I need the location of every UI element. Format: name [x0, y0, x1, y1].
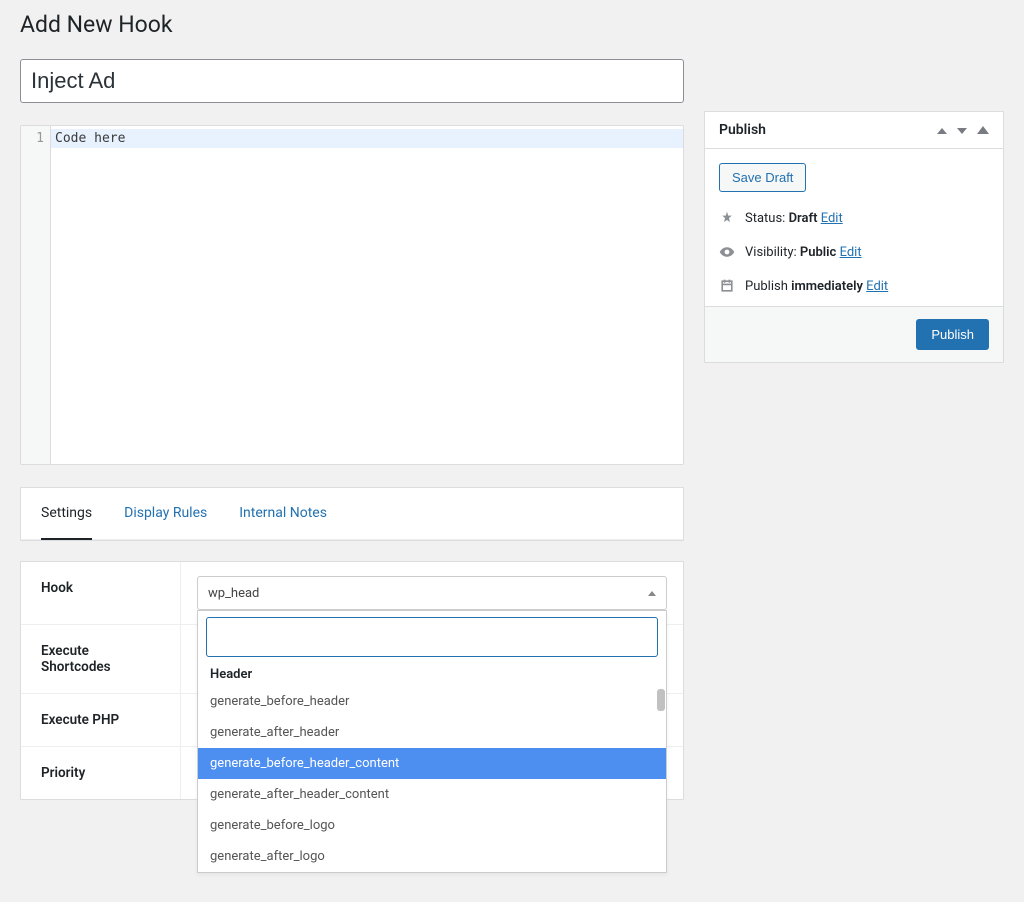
- status-value: Draft: [789, 211, 818, 226]
- hook-search-input[interactable]: [206, 617, 658, 657]
- hook-select[interactable]: wp_head: [197, 576, 667, 610]
- schedule-value: immediately: [791, 279, 863, 294]
- row-label-shortcodes: Execute Shortcodes: [21, 625, 181, 693]
- visibility-icon: [719, 244, 735, 260]
- pin-icon: [719, 210, 735, 226]
- hook-select-value: wp_head: [208, 586, 259, 601]
- toggle-box-icon[interactable]: [977, 123, 989, 138]
- tab-container: Settings Display Rules Internal Notes: [20, 487, 684, 541]
- hook-option[interactable]: generate_after_header: [198, 717, 666, 748]
- schedule-label: Publish: [745, 279, 788, 294]
- settings-panel: Hook wp_head Header generate_before_head…: [20, 561, 684, 800]
- row-label-php: Execute PHP: [21, 694, 181, 746]
- hook-dropdown: Header generate_before_header generate_a…: [197, 610, 667, 873]
- row-label-hook: Hook: [21, 562, 181, 624]
- status-edit-link[interactable]: Edit: [821, 211, 843, 226]
- hook-option[interactable]: generate_after_header_content: [198, 779, 666, 810]
- calendar-icon: [719, 278, 735, 294]
- line-number: 1: [21, 129, 50, 148]
- row-label-priority: Priority: [21, 747, 181, 799]
- publish-box: Publish Save Draft Status: Draft E: [704, 111, 1004, 363]
- visibility-label: Visibility:: [745, 245, 797, 260]
- hook-option[interactable]: generate_after_logo: [198, 841, 666, 872]
- scrollbar-thumb[interactable]: [657, 689, 665, 711]
- visibility-value: Public: [800, 245, 836, 260]
- visibility-edit-link[interactable]: Edit: [840, 245, 862, 260]
- title-input[interactable]: [20, 59, 684, 103]
- code-area[interactable]: Code here: [51, 126, 683, 464]
- hook-option-list[interactable]: Header generate_before_header generate_a…: [198, 661, 666, 872]
- schedule-edit-link[interactable]: Edit: [866, 279, 888, 294]
- status-label: Status:: [745, 211, 785, 226]
- publish-button[interactable]: Publish: [916, 319, 989, 350]
- code-line-1: Code here: [51, 129, 683, 148]
- code-gutter: 1: [21, 126, 51, 464]
- code-editor[interactable]: 1 Code here: [20, 125, 684, 465]
- hook-option[interactable]: generate_before_header_content: [198, 748, 666, 779]
- save-draft-button[interactable]: Save Draft: [719, 163, 806, 192]
- move-up-icon[interactable]: [937, 123, 947, 138]
- hook-optgroup-header: Header: [198, 661, 666, 686]
- move-down-icon[interactable]: [957, 123, 967, 138]
- hook-option[interactable]: generate_before_header: [198, 686, 666, 717]
- publish-heading: Publish: [719, 122, 766, 138]
- page-title: Add New Hook: [20, 4, 1004, 45]
- tab-internal-notes[interactable]: Internal Notes: [239, 488, 327, 539]
- tab-display-rules[interactable]: Display Rules: [124, 488, 207, 539]
- hook-option[interactable]: generate_before_logo: [198, 810, 666, 841]
- caret-up-icon: [648, 591, 656, 596]
- tab-settings[interactable]: Settings: [41, 488, 92, 540]
